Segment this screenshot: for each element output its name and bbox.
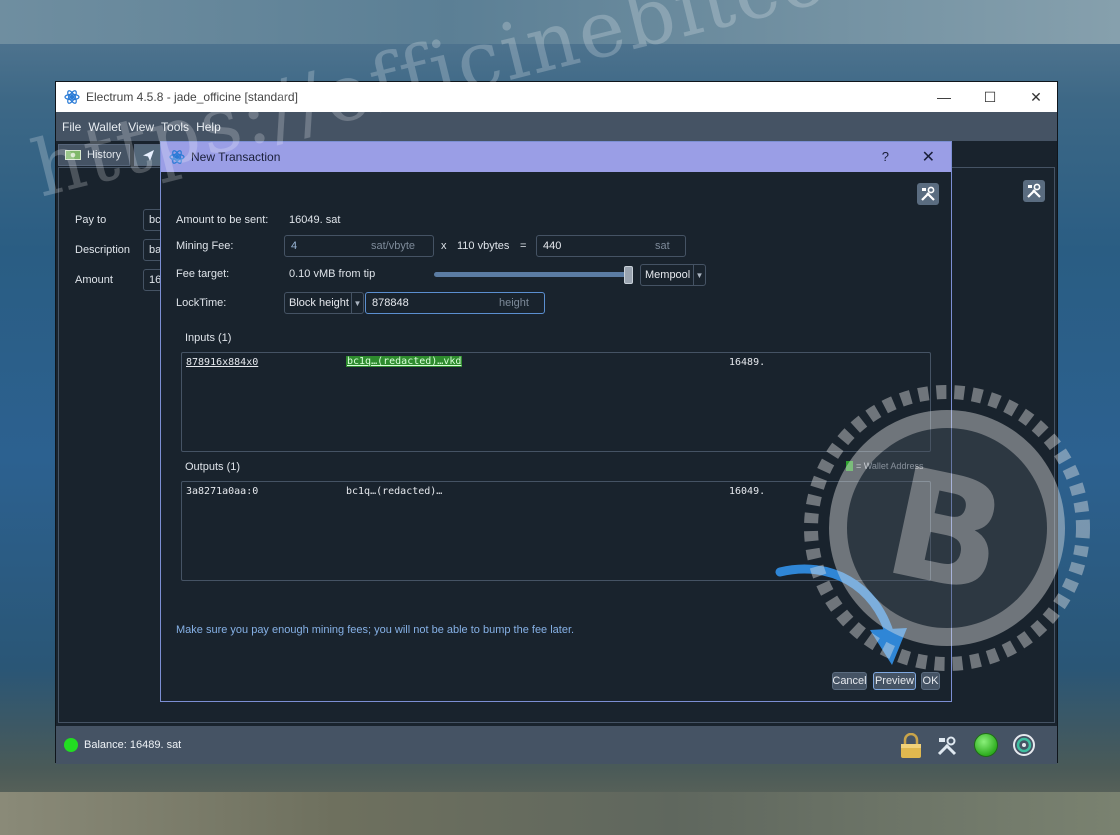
menu-bar: File Wallet View Tools Help [56, 112, 1057, 141]
status-bar: Balance: 16489. sat [56, 726, 1057, 764]
chevron-down-icon: ▼ [693, 265, 705, 285]
fee-total-unit: sat [655, 240, 670, 252]
fee-warning-note: Make sure you pay enough mining fees; yo… [176, 624, 575, 636]
menu-file[interactable]: File [62, 120, 81, 134]
lock-icon[interactable] [899, 733, 923, 759]
fee-target-slider-handle[interactable] [624, 266, 633, 284]
dialog-titlebar: New Transaction ? ✕ [161, 142, 951, 172]
input-amount: 16489. [729, 357, 766, 368]
window-titlebar: Electrum 4.5.8 - jade_officine [standard… [56, 82, 1057, 112]
output-outpoint[interactable]: 3a8271a0aa:0 [186, 486, 258, 497]
electrum-logo-icon [169, 150, 185, 164]
pay-to-label: Pay to [75, 214, 107, 226]
minimize-button[interactable]: — [921, 82, 967, 112]
menu-view[interactable]: View [128, 120, 154, 134]
fee-target-slider[interactable] [434, 272, 629, 277]
window-close-button[interactable]: ✕ [1013, 82, 1059, 112]
send-tools-button[interactable] [1023, 180, 1045, 202]
mining-fee-label: Mining Fee: [176, 240, 234, 252]
preferences-tools-icon[interactable] [936, 735, 958, 757]
tab-send[interactable] [134, 144, 162, 166]
menu-help[interactable]: Help [196, 120, 221, 134]
tools-icon [921, 186, 935, 201]
amount-to-send-value: 16049. sat [289, 214, 341, 226]
fee-rate-value: 4 [291, 240, 298, 252]
amount-label: Amount [75, 274, 113, 286]
dialog-tools-button[interactable] [917, 183, 939, 205]
dialog-help-button[interactable]: ? [882, 149, 889, 164]
tools-icon [1027, 183, 1041, 198]
balance-text: Balance: 16489. sat [84, 739, 182, 751]
fee-method-value: Mempool [645, 269, 691, 281]
electrum-logo-icon [64, 90, 80, 104]
locktime-type-select[interactable]: Block height ▼ [284, 292, 364, 314]
window-title: Electrum 4.5.8 - jade_officine [standard… [86, 90, 298, 104]
chevron-down-icon: ▼ [351, 293, 363, 313]
locktime-unit: height [499, 297, 529, 309]
desktop-background-bottom [0, 792, 1120, 835]
output-amount: 16049. [729, 486, 766, 497]
network-status-icon[interactable] [1012, 733, 1036, 757]
fee-rate-unit: sat/vbyte [371, 240, 416, 252]
multiply-sign: x [441, 240, 447, 252]
fee-target-value: 0.10 vMB from tip [289, 268, 376, 280]
tx-size: 110 vbytes [457, 240, 510, 252]
fee-total-input[interactable]: 440 sat [536, 235, 686, 257]
send-icon [142, 149, 154, 161]
tab-history[interactable]: History [58, 144, 130, 166]
input-address[interactable]: bc1q…(redacted)…vkd [346, 356, 463, 367]
locktime-input[interactable]: 878848 height [365, 292, 545, 314]
tab-history-label: History [87, 149, 122, 161]
amount-to-send-label: Amount to be sent: [176, 214, 269, 226]
maximize-button[interactable]: ☐ [967, 82, 1013, 112]
locktime-label: LockTime: [176, 297, 227, 309]
seed-status-icon[interactable] [974, 733, 998, 757]
dialog-title: New Transaction [191, 150, 281, 164]
dialog-close-button[interactable]: ✕ [922, 147, 935, 167]
fee-target-label: Fee target: [176, 268, 230, 280]
menu-wallet[interactable]: Wallet [88, 120, 121, 134]
locktime-type-value: Block height [289, 297, 349, 309]
equals-sign: = [520, 240, 527, 252]
bitcoin-seal-logo: B [804, 385, 1090, 671]
fee-total-value: 440 [543, 240, 562, 252]
description-label: Description [75, 244, 131, 256]
input-outpoint[interactable]: 878916x884x0 [186, 357, 258, 368]
inputs-title: Inputs (1) [185, 332, 232, 344]
outputs-title: Outputs (1) [185, 461, 241, 473]
locktime-value: 878848 [372, 297, 409, 309]
fee-rate-input[interactable]: 4 sat/vbyte [284, 235, 434, 257]
menu-tools[interactable]: Tools [161, 120, 189, 134]
network-status-dot [64, 738, 78, 752]
history-icon [65, 150, 81, 160]
desktop-background-top [0, 0, 1120, 44]
output-address[interactable]: bc1q…(redacted)… [346, 486, 442, 497]
fee-method-select[interactable]: Mempool ▼ [640, 264, 706, 286]
